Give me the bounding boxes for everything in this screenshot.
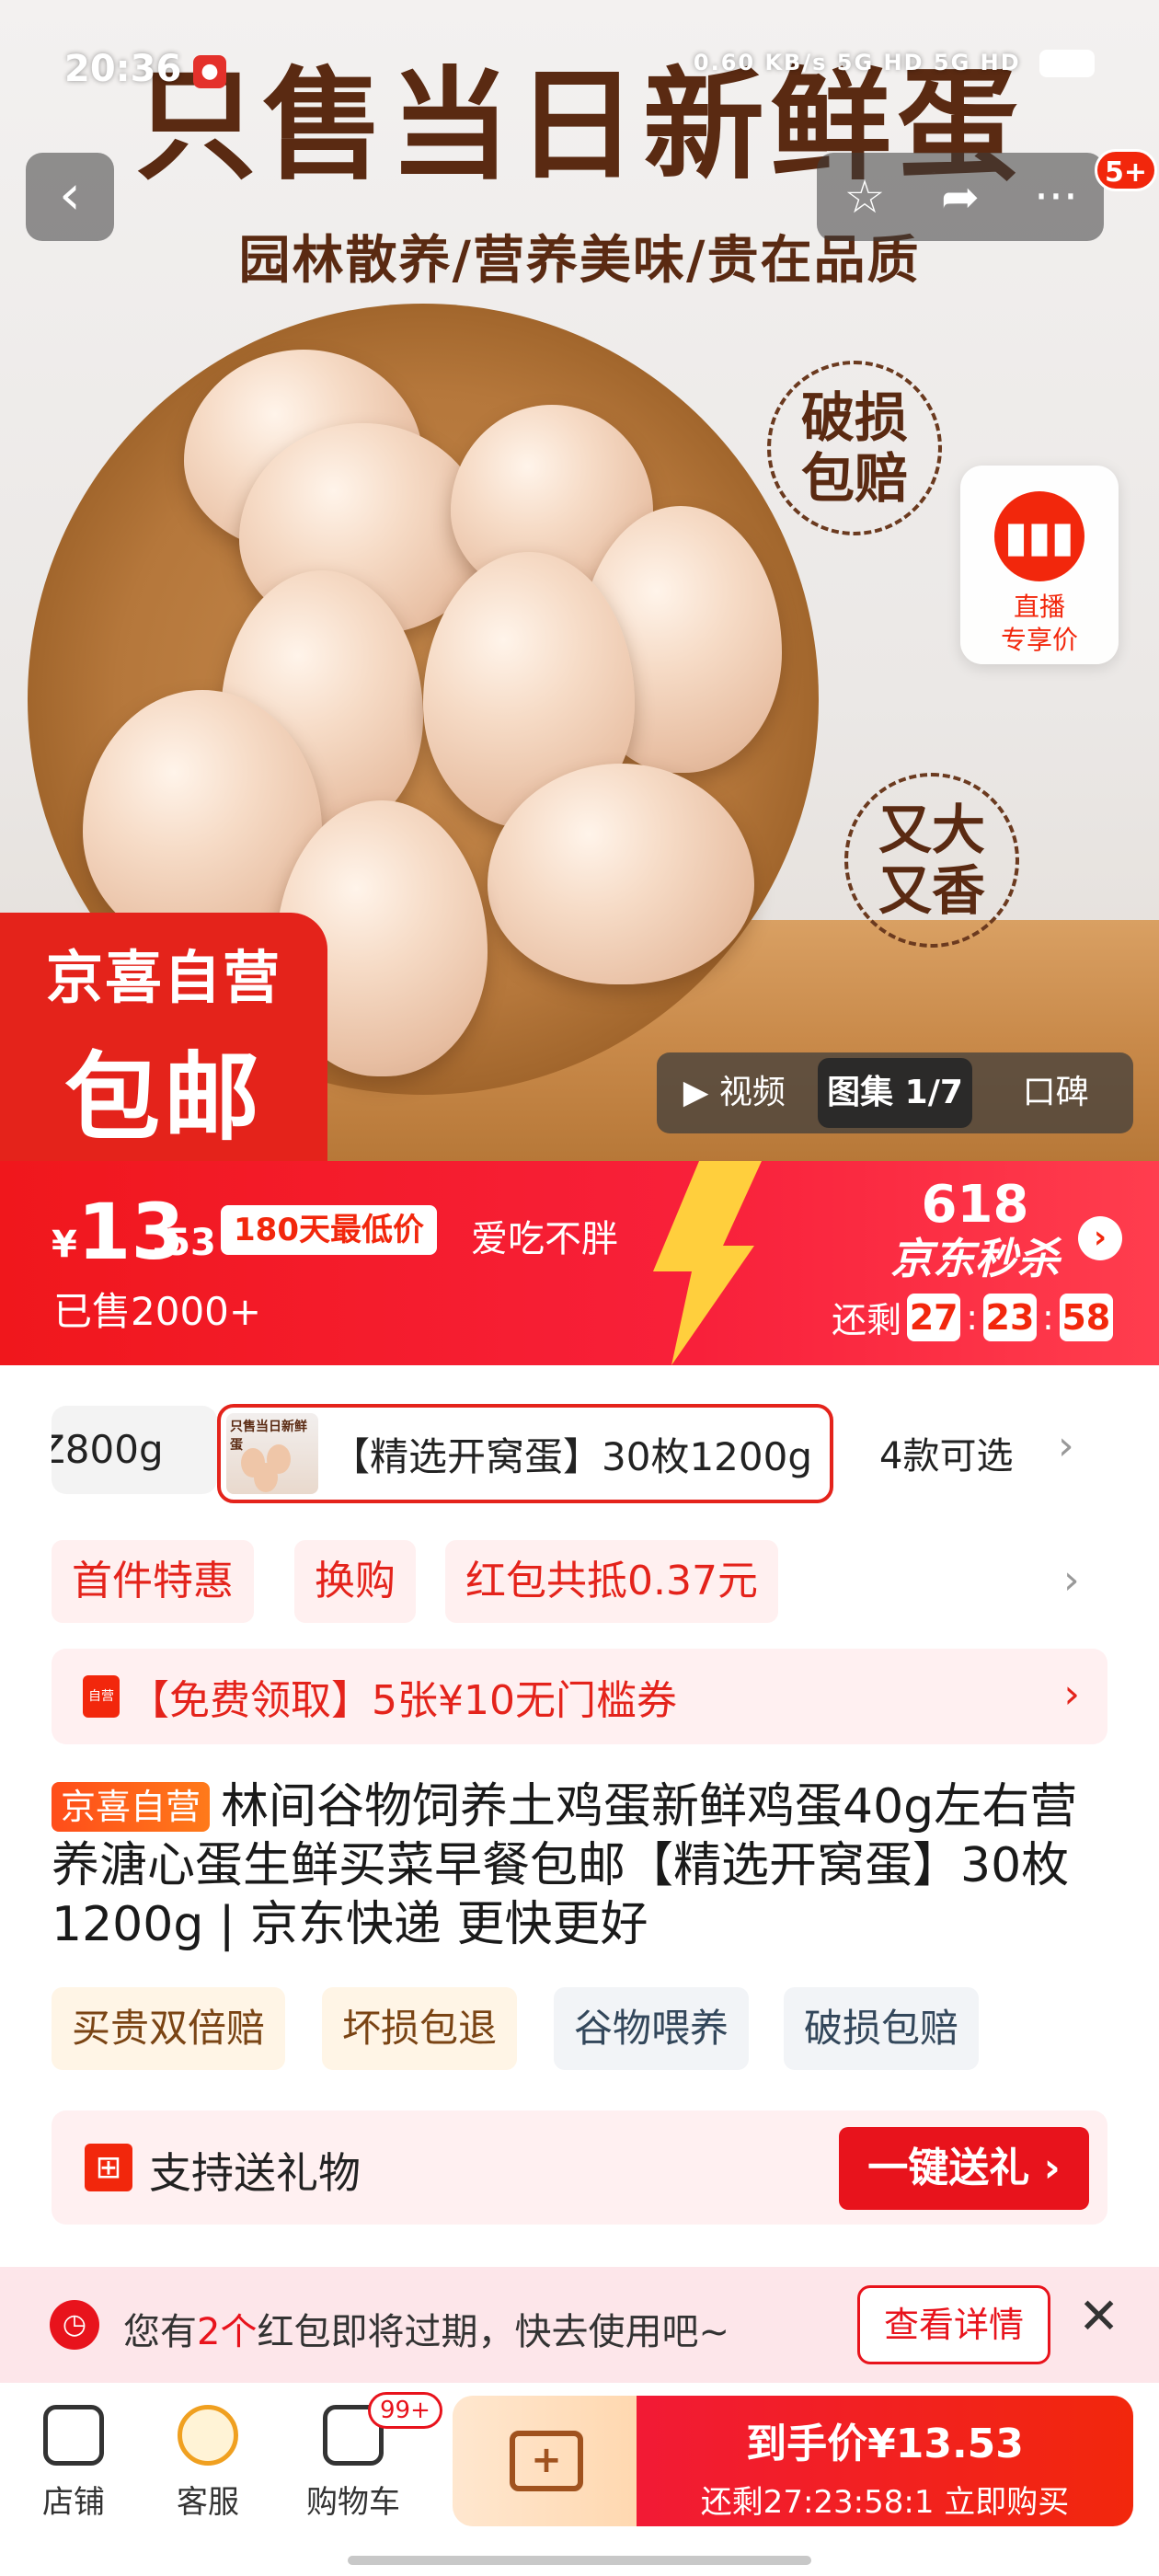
customer-service-button[interactable]: 客服 — [143, 2405, 272, 2522]
tab-video[interactable]: ▶ 视频 — [657, 1058, 812, 1128]
sku-selector: Z800g 只售当日新鲜蛋 【精选开窝蛋】30枚1200g 4款可选 › — [0, 1389, 1159, 1509]
store-button[interactable]: 店铺 — [9, 2405, 138, 2522]
battery-icon — [1039, 50, 1095, 77]
product-gallery[interactable]: 只售当日新鲜蛋 园林散养/营养美味/贵在品质 破损包赔 又大又香 20:36 ●… — [0, 0, 1159, 1161]
chevron-right-icon: › — [1063, 1671, 1080, 1718]
coupon-bar[interactable]: 自营 【免费领取】5张¥10无门槛券 › — [52, 1649, 1107, 1744]
bottom-action-bar: 店铺 客服 99+ 购物车 + 到手价¥13.53 还剩27:23:58:1 立… — [0, 2383, 1159, 2576]
promo-top: 京喜自营 — [45, 944, 281, 1011]
close-icon[interactable]: ✕ — [1078, 2287, 1119, 2345]
tab-gallery[interactable]: 图集 1/7 — [817, 1058, 973, 1128]
sku-selected-label: 【精选开窝蛋】30枚1200g — [331, 1433, 812, 1479]
gift-bar: ⊞ 支持送礼物 一键送礼 › — [52, 2110, 1107, 2225]
product-detail-page: 只售当日新鲜蛋 园林散养/营养美味/贵在品质 破损包赔 又大又香 20:36 ●… — [0, 0, 1159, 2576]
big-fragrant-badge: 又大又香 — [844, 773, 1019, 948]
chevron-right-icon: › — [1078, 1216, 1122, 1260]
product-title: 京喜自营 林间谷物饲养土鸡蛋新鲜鸡蛋40g左右营养溏心蛋生鲜买菜早餐包邮【精选开窝… — [52, 1777, 1119, 1954]
add-to-cart-button[interactable]: + — [453, 2396, 637, 2526]
service-tags[interactable]: 买贵双倍赔 坏损包退 谷物喂养 破损包赔 — [52, 1987, 1107, 2070]
price-bar: ¥ 13 .53 180天最低价 爱吃不胖 已售2000+ 618 京东秒杀 ›… — [0, 1161, 1159, 1365]
message-count-badge: 5+ — [1095, 149, 1158, 191]
lowest-price-tag: 180天最低价 — [221, 1205, 437, 1255]
status-time: 20:36 — [64, 48, 182, 90]
countdown-seconds: 58 — [1059, 1293, 1113, 1341]
countdown-hours: 27 — [907, 1293, 961, 1341]
buy-now-button[interactable]: 到手价¥13.53 还剩27:23:58:1 立即购买 — [637, 2396, 1133, 2526]
seckill-panel[interactable]: 618 京东秒杀 › 还剩 27: 23: 58 — [791, 1161, 1159, 1365]
sold-count: 已售2000+ — [53, 1289, 262, 1334]
share-icon[interactable]: ➦ — [919, 170, 1002, 224]
egg — [254, 1463, 278, 1492]
promo-tags[interactable]: 首件特惠 换购 红包共抵0.37元 › — [52, 1540, 1107, 1625]
promo-tag[interactable]: 首件特惠 — [52, 1540, 254, 1623]
home-indicator — [348, 2556, 811, 2565]
clock-icon: ◷ — [50, 2300, 99, 2350]
send-gift-button[interactable]: 一键送礼 › — [839, 2127, 1089, 2210]
chevron-right-icon[interactable]: › — [1058, 1422, 1074, 1469]
live-bars-icon: ▮▮▮ — [994, 491, 1084, 581]
self-operated-tag: 京喜自营 — [52, 1782, 211, 1832]
self-op-coupon-icon: 自营 — [83, 1675, 120, 1718]
buy-countdown: 还剩27:23:58:1 立即购买 — [700, 2484, 1070, 2521]
cart-button[interactable]: 99+ 购物车 — [289, 2392, 442, 2522]
cart-count-badge: 99+ — [368, 2392, 442, 2429]
sku-count[interactable]: 4款可选 — [879, 1426, 1013, 1479]
damage-guarantee-badge: 破损包赔 — [767, 361, 942, 535]
service-label: 客服 — [177, 2484, 239, 2521]
customer-service-icon — [178, 2405, 238, 2466]
live-label: 直播 — [1013, 592, 1065, 622]
service-tag[interactable]: 坏损包退 — [322, 1987, 518, 2070]
back-button[interactable]: ‹ — [26, 153, 114, 241]
add-cart-icon: + — [510, 2431, 583, 2491]
gift-icon: ⊞ — [85, 2144, 132, 2191]
view-details-button[interactable]: 查看详情 — [857, 2285, 1050, 2364]
live-sub-label: 专享价 — [1000, 625, 1078, 655]
chevron-right-icon[interactable]: › — [1063, 1557, 1080, 1604]
red-packet-notice: ◷ 您有2个红包即将过期，快去使用吧~ 查看详情 ✕ — [0, 2267, 1159, 2383]
top-actions: ☆ ➦ ··· — [817, 153, 1104, 241]
tab-reviews[interactable]: 口碑 — [978, 1058, 1133, 1128]
remain-label: 还剩 — [832, 1300, 902, 1340]
sku-thumbnail: 只售当日新鲜蛋 — [226, 1413, 318, 1494]
media-tabs: ▶ 视频 图集 1/7 口碑 — [657, 1052, 1133, 1133]
gift-text: 支持送礼物 — [149, 2148, 361, 2198]
self-operated-promo: 京喜自营 包邮 — [0, 913, 327, 1161]
lightning-icon — [653, 1161, 762, 1365]
store-icon — [43, 2405, 104, 2466]
service-tag[interactable]: 谷物喂养 — [554, 1987, 750, 2070]
service-tag[interactable]: 破损包赔 — [784, 1987, 980, 2070]
buy-price: 到手价¥13.53 — [746, 2421, 1024, 2467]
notification-app-icon: ● — [193, 55, 226, 88]
sku-option-selected[interactable]: 只售当日新鲜蛋 【精选开窝蛋】30枚1200g — [217, 1404, 833, 1503]
promo-bottom: 包邮 — [63, 1041, 263, 1154]
promo-tag[interactable]: 红包共抵0.37元 — [445, 1540, 778, 1623]
signal-label: 5G HD 5G HD — [836, 50, 1021, 75]
notice-text: 您有2个红包即将过期，快去使用吧~ — [123, 2311, 729, 2353]
egg — [488, 764, 754, 984]
countdown: 还剩 27: 23: 58 — [791, 1292, 1159, 1342]
cart-label: 购物车 — [306, 2484, 400, 2521]
countdown-minutes: 23 — [983, 1293, 1037, 1341]
price-slogan: 爱吃不胖 — [471, 1218, 618, 1260]
promo-tag[interactable]: 换购 — [294, 1540, 416, 1623]
sku-option-partial[interactable]: Z800g — [52, 1406, 217, 1494]
chevron-left-icon: ‹ — [59, 163, 81, 227]
price-currency: ¥ — [52, 1224, 77, 1266]
network-speed: 0.60 KB/s — [693, 50, 828, 75]
price-decimal: .53 — [151, 1222, 216, 1264]
store-label: 店铺 — [42, 2484, 105, 2521]
status-indicators: 0.60 KB/s 5G HD 5G HD — [694, 50, 1095, 77]
coupon-text: 【免费领取】5张¥10无门槛券 — [129, 1677, 677, 1724]
favorite-star-icon[interactable]: ☆ — [823, 170, 906, 224]
live-stream-card[interactable]: ▮▮▮ 直播 专享价 — [960, 466, 1119, 664]
more-icon[interactable]: ··· — [1015, 170, 1097, 224]
service-tag[interactable]: 买贵双倍赔 — [52, 1987, 286, 2070]
